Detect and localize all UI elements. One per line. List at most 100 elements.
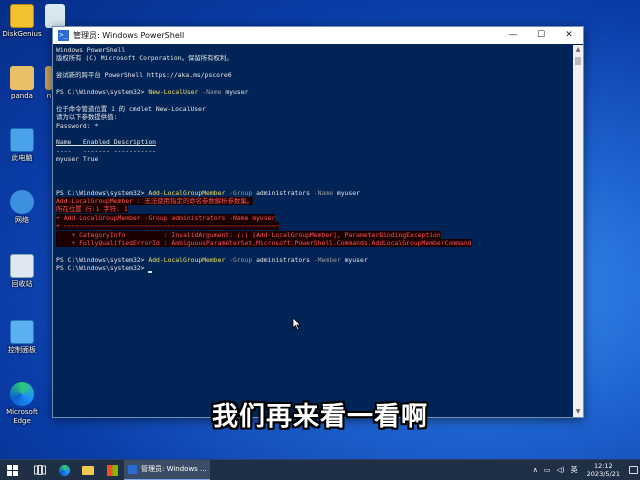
- taskbar-store-button[interactable]: [100, 460, 124, 480]
- console-text: ---- ------- -----------: [56, 146, 157, 155]
- diskgenius-icon: [10, 4, 34, 28]
- folder-icon: [82, 465, 94, 475]
- console-argument: administrators: [252, 188, 310, 197]
- console-error-text: + ~~~~~~~~~~~~~~~~~~~~~~~~~~~~~~~~~~~~~~…: [56, 222, 280, 231]
- app-icon: [45, 4, 65, 28]
- console-argument: myuser: [333, 188, 360, 197]
- desktop-icon-label: 控制面板: [8, 346, 36, 354]
- console-text: Windows PowerShell: [56, 46, 126, 54]
- console-command-line: PS C:\Windows\system32> Add-LocalGroupMe…: [56, 256, 572, 264]
- console-text: Password: *: [56, 121, 99, 130]
- console-error-line: Add-LocalGroupMember : 无法使用指定的命名参数解析参数集。: [56, 197, 572, 206]
- notification-icon: [628, 466, 638, 474]
- console-prompt: PS C:\Windows\system32>: [56, 87, 149, 96]
- maximize-button[interactable]: ☐: [527, 27, 555, 44]
- notification-button[interactable]: [626, 460, 640, 480]
- console-error-line: + Add-LocalGroupMember -Group administra…: [56, 213, 572, 222]
- volume-icon[interactable]: ◁): [557, 466, 565, 474]
- console-error-line: + FullyQualifiedErrorId : AmbiguousParam…: [56, 238, 572, 247]
- desktop-icon-this-pc[interactable]: 此电脑: [0, 128, 44, 163]
- close-button[interactable]: ✕: [555, 27, 583, 44]
- powershell-window[interactable]: >_ 管理员: Windows PowerShell — ☐ ✕ Windows…: [52, 26, 584, 418]
- scroll-thumb[interactable]: [575, 57, 581, 65]
- console-output-line: myuser True: [56, 155, 572, 163]
- console-text: 位于命令管道位置 1 的 cmdlet New-LocalUser: [56, 104, 206, 113]
- clock[interactable]: 12:12 2023/5/21: [587, 462, 620, 478]
- console-prompt: PS C:\Windows\system32>: [56, 255, 149, 264]
- console-parameter: -Name: [309, 188, 334, 197]
- window-titlebar[interactable]: >_ 管理员: Windows PowerShell — ☐ ✕: [53, 27, 583, 44]
- taskbar-edge-button[interactable]: [52, 460, 76, 480]
- console-argument: myuser: [221, 87, 249, 96]
- desktop-icon-label: panda: [11, 92, 33, 100]
- video-subtitle: 我们再来看一看啊: [211, 402, 428, 432]
- network-icon[interactable]: ▭: [544, 466, 551, 474]
- console-text: myuser True: [56, 155, 99, 164]
- desktop-icon-recycle-bin[interactable]: 回收站: [0, 254, 44, 289]
- console-error-line: + ~~~~~~~~~~~~~~~~~~~~~~~~~~~~~~~~~~~~~~…: [56, 222, 572, 231]
- console-error-line: + CategoryInfo : InvalidArgument: (:) [A…: [56, 230, 572, 239]
- chevron-up-icon[interactable]: ∧: [533, 466, 538, 474]
- taskbar-explorer-button[interactable]: [76, 460, 100, 480]
- console-parameter: -Group: [225, 255, 253, 264]
- task-view-button[interactable]: [28, 460, 52, 480]
- console-output-line: 尝试新的跨平台 PowerShell https://aka.ms/pscore…: [56, 71, 572, 79]
- console-error-text: + CategoryInfo : InvalidArgument: (:) [A…: [56, 230, 441, 239]
- console-parameter: -Name: [198, 87, 222, 96]
- taskbar-powershell-button[interactable]: 管理员: Windows ...: [124, 459, 210, 480]
- desktop-icon-network[interactable]: 网络: [0, 190, 44, 225]
- control-panel-icon: [10, 320, 34, 344]
- window-title: 管理员: Windows PowerShell: [73, 31, 185, 40]
- console-command-line: PS C:\Windows\system32> New-LocalUser -N…: [56, 88, 572, 96]
- scroll-up-arrow-icon[interactable]: ▲: [573, 45, 583, 55]
- computer-icon: [10, 128, 34, 152]
- console-error-text: Add-LocalGroupMember : 无法使用指定的命名参数解析参数集。: [56, 197, 254, 206]
- desktop-icon-control-panel[interactable]: 控制面板: [0, 320, 44, 355]
- console-text: 请为以下参数提供值:: [56, 113, 118, 122]
- console-text: 尝试新的跨平台 PowerShell https://aka.ms/pscore…: [56, 71, 232, 80]
- start-button[interactable]: [0, 460, 24, 480]
- console-prompt: PS C:\Windows\system32>: [56, 188, 149, 197]
- system-tray: ∧ ▭ ◁) 英 12:12 2023/5/21: [530, 460, 640, 480]
- console-error-line: 所在位置 行:1 字符: 1: [56, 205, 572, 214]
- mouse-pointer-icon: [292, 317, 302, 331]
- console-argument: myuser: [340, 255, 368, 264]
- user-folder-icon: [10, 66, 34, 90]
- input-language[interactable]: 英: [571, 465, 578, 475]
- console-error-text: 所在位置 行:1 字符: 1: [56, 205, 128, 214]
- console-output-line: Password: *: [56, 122, 572, 130]
- clock-date: 2023/5/21: [586, 470, 620, 478]
- powershell-icon: [128, 464, 137, 474]
- network-icon: [10, 190, 34, 214]
- console-prompt: PS C:\Windows\system32>: [56, 264, 149, 273]
- console-parameter: -Member: [309, 255, 341, 264]
- taskbar-window-label: 管理员: Windows ...: [141, 465, 207, 473]
- console-table-header: Name Enabled Description: [56, 138, 572, 146]
- clock-time: 12:12: [593, 462, 613, 470]
- console-parameter: -Group: [225, 188, 253, 197]
- minimize-button[interactable]: —: [499, 27, 527, 44]
- console-output[interactable]: Windows PowerShell 版权所有 (C) Microsoft Cor…: [55, 46, 572, 417]
- desktop-icon-label: 回收站: [11, 280, 33, 288]
- desktop-icon-label: 此电脑: [11, 154, 33, 162]
- desktop-icon-diskgenius[interactable]: DiskGenius: [0, 4, 44, 39]
- console-active-prompt: PS C:\Windows\system32>: [56, 264, 572, 273]
- task-view-icon: [34, 465, 46, 475]
- store-icon: [106, 464, 118, 476]
- powershell-icon: >_: [58, 30, 69, 41]
- desktop-icon-panda[interactable]: panda: [0, 66, 44, 101]
- console-cmdlet: Add-LocalGroupMember: [148, 188, 226, 197]
- text-cursor: [148, 270, 153, 273]
- console-output-line: 版权所有 (C) Microsoft Corporation。保留所有权利。: [56, 54, 572, 62]
- console-text: 版权所有 (C) Microsoft Corporation。保留所有权利。: [56, 54, 233, 63]
- console-text: Name Enabled Description: [56, 138, 157, 147]
- vertical-scrollbar[interactable]: ▲ ▼: [573, 45, 583, 417]
- recycle-bin-icon: [10, 254, 34, 278]
- desktop-icon-label: DiskGenius: [2, 30, 42, 38]
